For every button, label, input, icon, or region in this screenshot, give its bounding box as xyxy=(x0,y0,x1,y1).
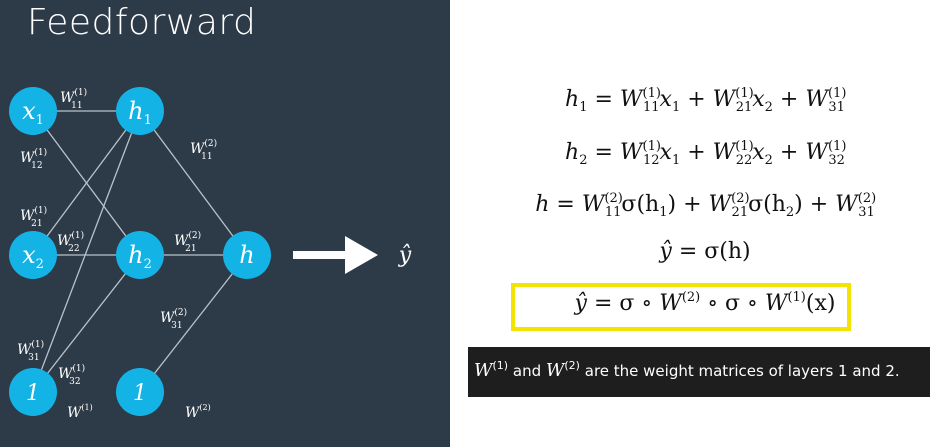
equation-h: h = W(2)11σ(h1) + W(2)21σ(h2) + W(2)31 xyxy=(535,191,877,220)
weight-label-w22_1: W(1) 22 xyxy=(57,230,84,254)
weight-label-w31_1: W(1) 31 xyxy=(17,339,44,363)
node-h1: h1 xyxy=(116,87,164,135)
nodes: x1 x2 1 h1 h2 1 h xyxy=(9,87,271,416)
node-h2: h2 xyxy=(116,231,164,279)
node-h: h xyxy=(223,231,271,279)
edge-b2-h xyxy=(139,254,248,393)
arrow-head xyxy=(345,236,378,274)
node-b1: 1 xyxy=(9,368,57,416)
weight-label-w21_2: W(2) 21 xyxy=(174,230,201,254)
network-diagram: x1 x2 1 h1 h2 1 h W(1) 11 W(1) 12 W(1) 21 W(1) 22 W(1)… xyxy=(9,87,412,421)
output-arrow: ŷ xyxy=(293,236,412,274)
weight-label-w21_1: W(1) 21 xyxy=(20,205,47,229)
equation-h2: h2 = W(1)12x1 + W(1)22x2 + W(1)32 xyxy=(565,139,847,168)
node-x1: x1 xyxy=(9,87,57,135)
weight-label-w11_2: W(2) 11 xyxy=(190,138,217,162)
edge-b1-h2 xyxy=(32,254,141,393)
weight-label-w31_2: W(2) 31 xyxy=(160,307,187,331)
node-label-b1: 1 xyxy=(26,381,40,406)
weight-label-layer2: W(2) xyxy=(185,403,211,421)
highlight-box xyxy=(511,283,851,331)
network-slide: Feedforward x1 x2 1 h1 h2 1 h W(1) 11 W(1) 12 W(1)… xyxy=(0,0,450,447)
caption-bar: W(1) and W(2) are the weight matrices of… xyxy=(468,347,930,397)
weight-label-layer1: W(1) xyxy=(67,403,93,421)
node-x2: x2 xyxy=(9,231,57,279)
equation-yhat: ŷ = σ(h) xyxy=(659,239,751,264)
node-label-b2: 1 xyxy=(133,381,147,406)
output-yhat: ŷ xyxy=(398,243,412,268)
weight-label-w11_1: W(1) 11 xyxy=(60,87,87,111)
weight-label-w32_1: W(1) 32 xyxy=(58,363,85,387)
equation-h1: h1 = W(1)11x1 + W(1)21x2 + W(1)31 xyxy=(565,86,847,115)
weight-label-w12_1: W(1) 12 xyxy=(20,147,47,171)
node-b2: 1 xyxy=(116,368,164,416)
node-label-h: h xyxy=(239,241,254,269)
